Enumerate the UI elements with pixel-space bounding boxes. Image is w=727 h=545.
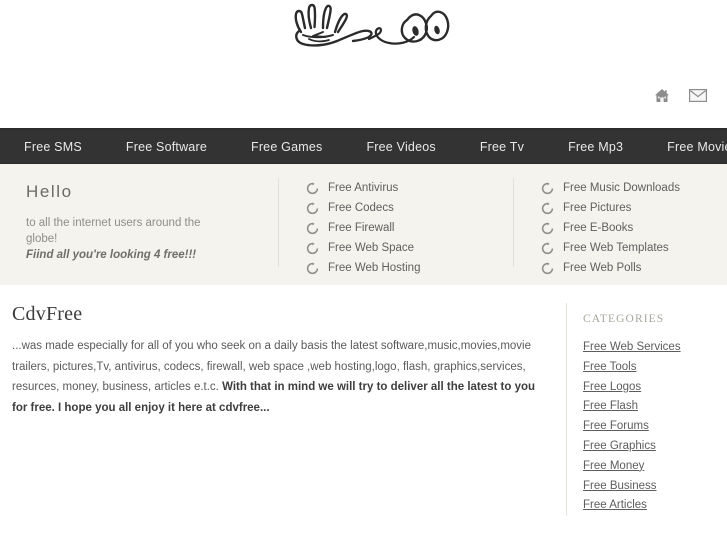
sidebar-item-free-logos[interactable]: Free Logos — [583, 378, 727, 398]
categories-sidebar: CATEGORIES Free Web Services Free Tools … — [566, 303, 727, 517]
hand-and-eyes-sketch-icon — [294, 3, 450, 47]
main-navigation: Free SMS Free Software Free Games Free V… — [0, 128, 727, 164]
sidebar-item-free-forums[interactable]: Free Forums — [583, 417, 727, 437]
intro-article: CdvFree ...was made especially for all o… — [0, 303, 566, 516]
nav-item-free-games[interactable]: Free Games — [251, 140, 322, 154]
column-divider — [278, 178, 279, 267]
quick-link-free-e-books[interactable]: Free E-Books — [541, 218, 717, 238]
quick-link-label: Free Firewall — [328, 222, 395, 234]
welcome-line-1: to all the internet users around the — [26, 217, 201, 229]
sidebar-item-free-web-services[interactable]: Free Web Services — [583, 338, 727, 358]
sidebar-item-free-articles[interactable]: Free Articles — [583, 496, 727, 516]
quick-link-free-web-hosting[interactable]: Free Web Hosting — [306, 258, 503, 278]
quick-link-free-web-polls[interactable]: Free Web Polls — [541, 258, 717, 278]
sidebar-item-free-business[interactable]: Free Business — [583, 477, 727, 497]
sidebar-item-free-money[interactable]: Free Money — [583, 457, 727, 477]
quick-link-free-antivirus[interactable]: Free Antivirus — [306, 178, 503, 198]
nav-item-free-sms[interactable]: Free SMS — [24, 140, 82, 154]
quick-link-free-codecs[interactable]: Free Codecs — [306, 198, 503, 218]
welcome-title: Hello — [26, 182, 73, 201]
main-content: CdvFree ...was made especially for all o… — [0, 285, 727, 517]
refresh-circle-icon — [541, 201, 554, 215]
quick-link-free-web-templates[interactable]: Free Web Templates — [541, 238, 717, 258]
refresh-circle-icon — [541, 261, 554, 275]
refresh-circle-icon — [306, 221, 319, 235]
welcome-block: Hello to all the internet users around t… — [0, 178, 278, 285]
welcome-tagline: Fiind all you're looking 4 free!!! — [26, 249, 197, 261]
nav-item-free-mp3[interactable]: Free Mp3 — [568, 140, 623, 154]
quick-links-column-2: Free Music Downloads Free Pictures Free … — [513, 178, 727, 285]
quick-link-label: Free Antivirus — [328, 182, 399, 194]
page-title: CdvFree — [12, 303, 83, 325]
nav-item-free-videos[interactable]: Free Videos — [366, 140, 435, 154]
quick-link-label: Free Codecs — [328, 202, 394, 214]
sidebar-heading: CATEGORIES — [583, 313, 665, 325]
quick-link-free-pictures[interactable]: Free Pictures — [541, 198, 717, 218]
quick-link-free-firewall[interactable]: Free Firewall — [306, 218, 503, 238]
article-paragraph: ...was made especially for all of you wh… — [12, 336, 538, 418]
refresh-circle-icon — [541, 221, 554, 235]
quick-link-free-web-space[interactable]: Free Web Space — [306, 238, 503, 258]
quick-link-label: Free Pictures — [563, 202, 632, 214]
refresh-circle-icon — [306, 181, 319, 195]
home-icon[interactable] — [654, 88, 670, 103]
nav-item-free-tv[interactable]: Free Tv — [480, 140, 524, 154]
quick-link-label: Free Web Templates — [563, 242, 669, 254]
sidebar-item-free-flash[interactable]: Free Flash — [583, 397, 727, 417]
welcome-line-2: globe! — [26, 233, 58, 245]
refresh-circle-icon — [541, 241, 554, 255]
header-icon-group — [654, 88, 707, 103]
quick-link-label: Free E-Books — [563, 222, 634, 234]
quick-link-label: Free Web Hosting — [328, 262, 421, 274]
mail-icon[interactable] — [689, 89, 707, 103]
sidebar-item-free-graphics[interactable]: Free Graphics — [583, 437, 727, 457]
refresh-circle-icon — [306, 261, 319, 275]
column-divider — [513, 178, 514, 267]
quick-link-label: Free Web Space — [328, 242, 415, 254]
nav-item-free-movie[interactable]: Free Movie — [667, 140, 727, 154]
quick-links-column-1: Free Antivirus Free Codecs Free Firewall… — [278, 178, 513, 285]
nav-item-free-software[interactable]: Free Software — [126, 140, 207, 154]
quick-link-label: Free Web Polls — [563, 262, 642, 274]
refresh-circle-icon — [306, 241, 319, 255]
site-logo[interactable] — [283, 2, 455, 54]
quick-link-free-music-downloads[interactable]: Free Music Downloads — [541, 178, 717, 198]
sidebar-item-free-tools[interactable]: Free Tools — [583, 358, 727, 378]
quick-link-label: Free Music Downloads — [563, 182, 680, 194]
refresh-circle-icon — [306, 201, 319, 215]
intro-banner: Hello to all the internet users around t… — [0, 164, 727, 285]
refresh-circle-icon — [541, 181, 554, 195]
page-header — [0, 0, 727, 128]
